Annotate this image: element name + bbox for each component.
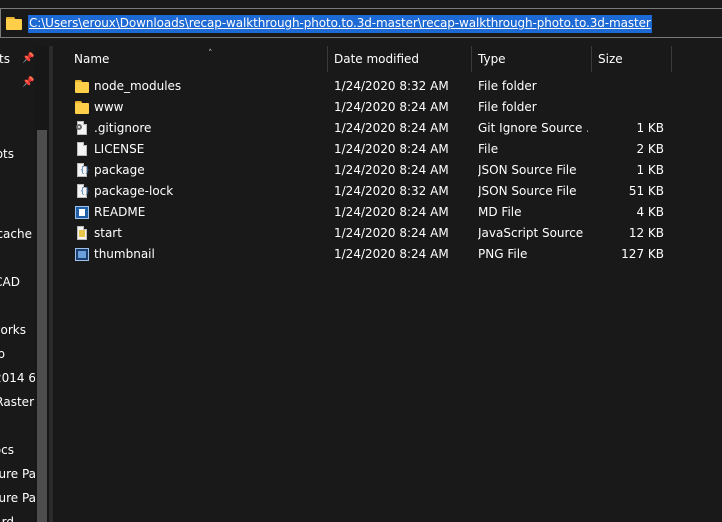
file-date: 1/24/2020 8:24 AM xyxy=(334,247,449,261)
file-size xyxy=(598,97,664,118)
nav-item[interactable]: ture Pa xyxy=(0,489,36,507)
address-bar: C:\Users\eroux\Downloads\recap-walkthrou… xyxy=(0,0,722,46)
file-size: 1 KB xyxy=(636,121,664,135)
folder-icon xyxy=(75,79,89,94)
nav-item-label: rd xyxy=(1,515,14,522)
json-file-icon: {} xyxy=(75,163,90,178)
file-size: 127 KB xyxy=(621,247,664,261)
pin-icon[interactable]: 📌 xyxy=(22,54,34,64)
gear-file-icon xyxy=(75,121,89,136)
file-type: MD File xyxy=(478,205,522,219)
file-type: PNG File xyxy=(478,247,528,261)
nav-item-label: ture Pa xyxy=(0,491,36,505)
file-size: 2 KB xyxy=(636,142,664,156)
file-row[interactable]: .gitignore 1/24/2020 8:24 AM Git Ignore … xyxy=(53,118,722,139)
file-row[interactable]: {} package 1/24/2020 8:24 AM JSON Source… xyxy=(53,160,722,181)
nav-item[interactable]: ots xyxy=(0,145,36,163)
file-date: 1/24/2020 8:32 AM xyxy=(334,184,449,198)
file-row[interactable]: thumbnail 1/24/2020 8:24 AM PNG File 127… xyxy=(53,244,722,265)
file-type: File xyxy=(478,142,499,156)
file-row[interactable]: README 1/24/2020 8:24 AM MD File 4 KB xyxy=(53,202,722,223)
file-date: 1/24/2020 8:24 AM xyxy=(334,121,449,135)
nav-item-label: cache xyxy=(0,227,32,241)
markdown-file-icon xyxy=(75,205,89,220)
file-size: 4 KB xyxy=(636,205,664,219)
json-file-icon: {} xyxy=(75,184,90,199)
address-input[interactable]: C:\Users\eroux\Downloads\recap-walkthrou… xyxy=(0,8,722,38)
file-name: LICENSE xyxy=(94,142,145,156)
sort-ascending-icon: ˄ xyxy=(208,49,213,59)
file-type: Git Ignore Source ... xyxy=(478,121,588,135)
file-row[interactable]: {} package-lock 1/24/2020 8:32 AM JSON S… xyxy=(53,181,722,202)
file-type: File folder xyxy=(478,79,537,93)
nav-item-label: 2014 6 xyxy=(0,371,36,385)
file-type: JavaScript Source ... xyxy=(478,226,588,240)
folder-icon xyxy=(6,17,22,30)
file-type: JSON Source File xyxy=(478,163,577,177)
nav-item[interactable]: CAD xyxy=(0,273,36,291)
file-date: 1/24/2020 8:24 AM xyxy=(334,142,449,156)
nav-item[interactable]: ocs xyxy=(0,441,36,459)
nav-item[interactable]: vorks xyxy=(0,321,36,339)
nav-scrollbar-thumb[interactable] xyxy=(37,130,47,522)
file-list: Name ˄ Date modified Type Size node_modu… xyxy=(53,46,722,522)
javascript-file-icon xyxy=(75,226,89,241)
pin-icon[interactable]: 📌 xyxy=(22,78,34,88)
nav-item[interactable]: ture Pa xyxy=(0,465,36,483)
nav-item[interactable]: 2014 6 xyxy=(0,369,36,387)
file-name: README xyxy=(94,205,146,219)
nav-item-label: vorks xyxy=(0,323,26,337)
nav-item[interactable]: rd xyxy=(0,513,36,522)
file-size: 12 KB xyxy=(628,226,664,240)
column-header-size-label: Size xyxy=(598,52,623,66)
navigation-pane: ts 📌 📌 ots cache CAD vorks p 2014 6 Rast… xyxy=(0,46,49,522)
file-date: 1/24/2020 8:32 AM xyxy=(334,79,449,93)
nav-item-label: Raster xyxy=(0,395,34,409)
file-date: 1/24/2020 8:24 AM xyxy=(334,205,449,219)
column-header-date-label: Date modified xyxy=(334,52,420,66)
image-file-icon xyxy=(75,247,89,262)
address-path-text[interactable]: C:\Users\eroux\Downloads\recap-walkthrou… xyxy=(28,15,652,33)
column-header-type[interactable]: Type xyxy=(472,46,592,72)
file-name: node_modules xyxy=(94,79,182,93)
column-header-type-label: Type xyxy=(478,52,506,66)
file-type: JSON Source File xyxy=(478,184,577,198)
blank-file-icon xyxy=(75,142,89,157)
column-separator[interactable] xyxy=(671,46,672,72)
nav-item-label: ots xyxy=(0,147,14,161)
column-header-name[interactable]: Name ˄ xyxy=(68,46,328,72)
file-row[interactable]: LICENSE 1/24/2020 8:24 AM File 2 KB xyxy=(53,139,722,160)
file-name: start xyxy=(94,226,122,240)
file-size: 51 KB xyxy=(628,184,664,198)
file-row[interactable]: start 1/24/2020 8:24 AM JavaScript Sourc… xyxy=(53,223,722,244)
column-header-row: Name ˄ Date modified Type Size xyxy=(53,46,722,72)
file-date: 1/24/2020 8:24 AM xyxy=(334,163,449,177)
file-date: 1/24/2020 8:24 AM xyxy=(334,226,449,240)
file-row[interactable]: node_modules 1/24/2020 8:32 AM File fold… xyxy=(53,76,722,97)
file-row[interactable]: www 1/24/2020 8:24 AM File folder xyxy=(53,97,722,118)
file-name: package-lock xyxy=(94,184,174,198)
file-name: www xyxy=(94,100,124,114)
column-header-size[interactable]: Size xyxy=(592,46,672,72)
folder-icon xyxy=(75,100,89,115)
file-name: package xyxy=(94,163,145,177)
file-date: 1/24/2020 8:24 AM xyxy=(334,100,449,114)
nav-item-label: CAD xyxy=(0,275,20,289)
nav-item[interactable]: cache xyxy=(0,225,36,243)
column-header-date[interactable]: Date modified xyxy=(328,46,472,72)
nav-item-label: ocs xyxy=(0,443,14,457)
nav-item[interactable]: p xyxy=(0,345,36,363)
nav-item-label: p xyxy=(0,347,5,361)
nav-scrollbar[interactable] xyxy=(35,46,49,522)
file-name: .gitignore xyxy=(94,121,152,135)
file-name: thumbnail xyxy=(94,247,155,261)
file-type: File folder xyxy=(478,100,537,114)
nav-item-label: ts xyxy=(0,52,10,66)
nav-item-label: ture Pa xyxy=(0,467,36,481)
file-size: 1 KB xyxy=(636,163,664,177)
nav-item[interactable]: Raster xyxy=(0,393,36,411)
column-header-name-label: Name xyxy=(74,52,110,66)
file-size xyxy=(598,76,664,97)
